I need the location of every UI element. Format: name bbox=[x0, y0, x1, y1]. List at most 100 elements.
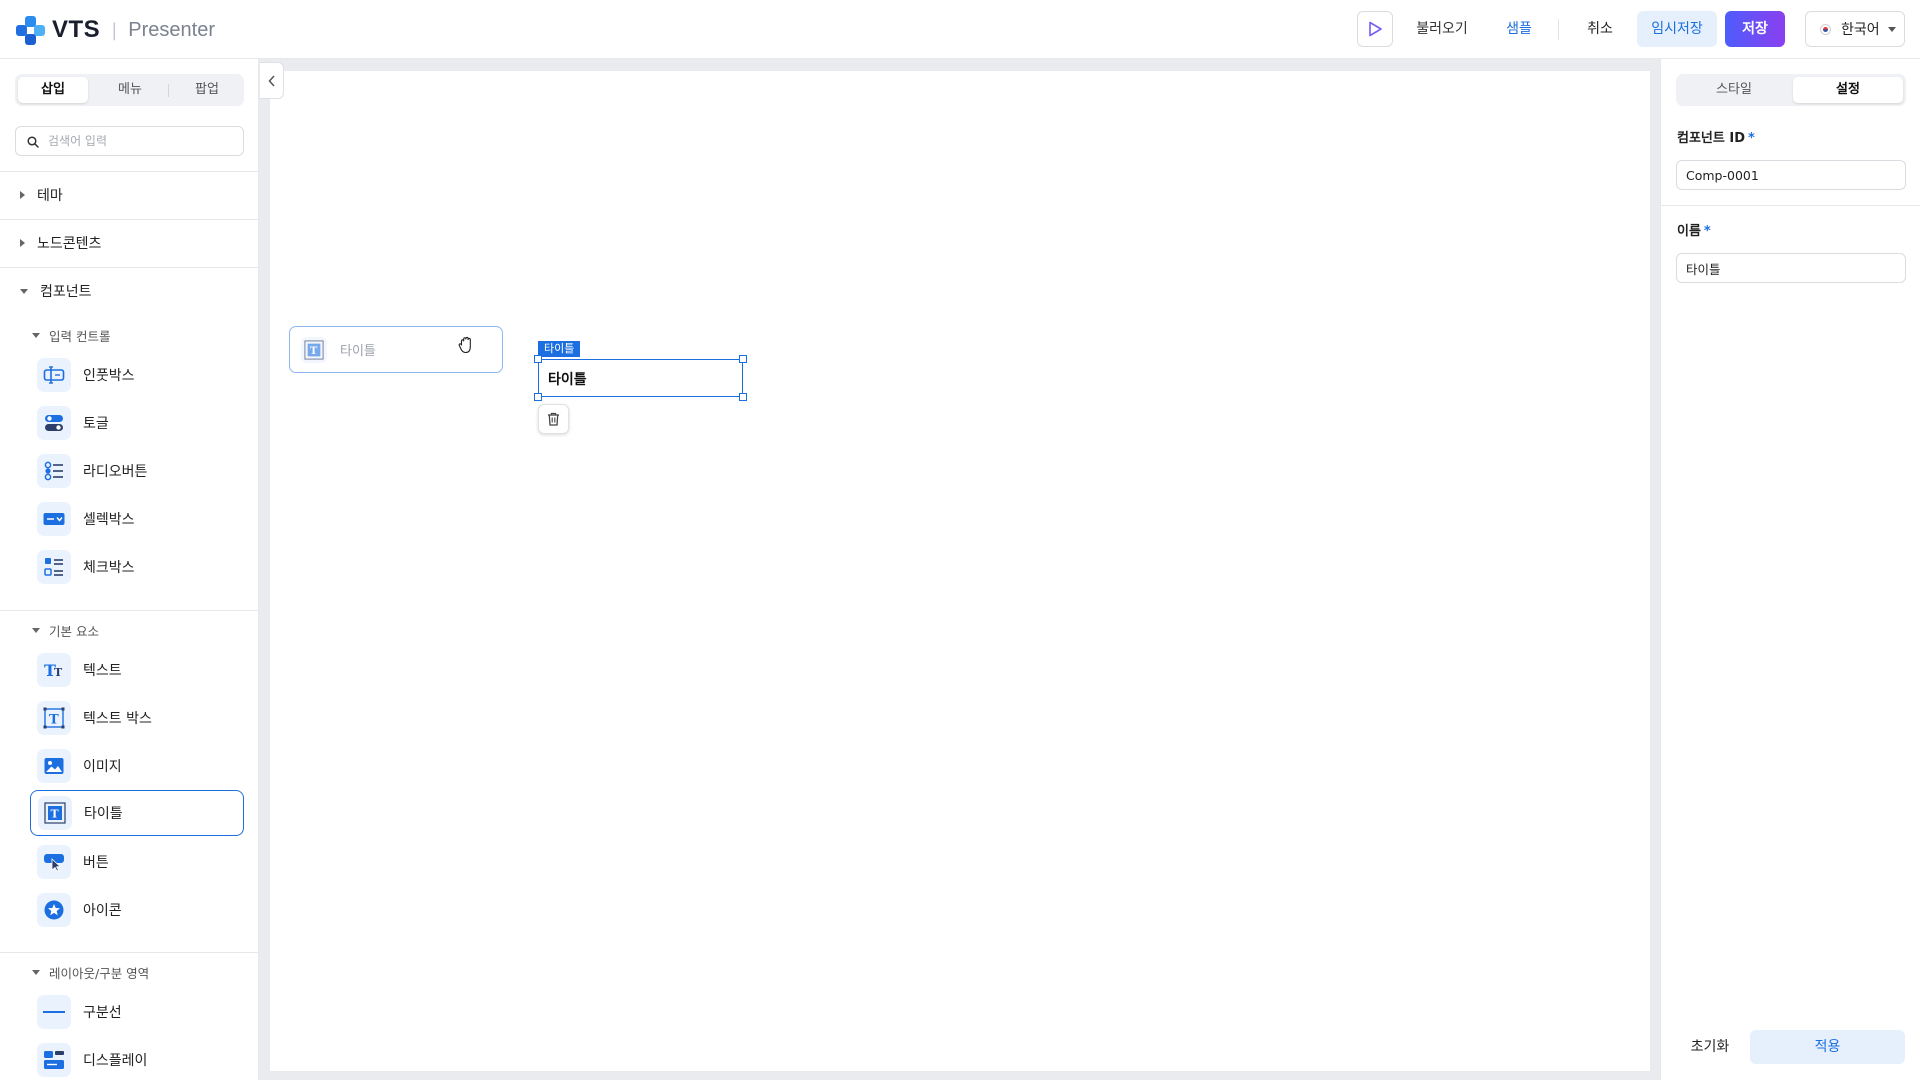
component-item-label: 체크박스 bbox=[83, 560, 135, 576]
tab-popup[interactable]: 팝업 bbox=[172, 77, 242, 103]
temp-save-button[interactable]: 임시저장 bbox=[1637, 11, 1717, 47]
component-item-label: 버튼 bbox=[83, 855, 109, 871]
header-divider bbox=[1558, 19, 1559, 40]
component-item-display[interactable]: 디스플레이 bbox=[30, 1037, 244, 1080]
resize-handle-top-right[interactable] bbox=[739, 355, 747, 363]
subsection-input-controls[interactable]: 입력 컨트롤 bbox=[32, 323, 110, 347]
component-item-textbox[interactable]: T 텍스트 박스 bbox=[30, 695, 244, 741]
component-item-label: 인풋박스 bbox=[83, 368, 135, 384]
collapse-sidebar-button[interactable] bbox=[260, 62, 284, 99]
drag-ghost-title[interactable]: T 타이틀 bbox=[289, 326, 503, 373]
subsection-basic-elements[interactable]: 기본 요소 bbox=[32, 618, 99, 642]
section-node-contents[interactable]: 노드콘텐츠 bbox=[0, 223, 258, 263]
component-item-label: 디스플레이 bbox=[83, 1053, 148, 1069]
caret-down-icon bbox=[32, 969, 40, 975]
subsection-input-controls-label: 입력 컨트롤 bbox=[49, 328, 111, 344]
component-item-title[interactable]: T 타이틀 bbox=[30, 790, 244, 836]
component-item-radio[interactable]: 라디오버튼 bbox=[30, 448, 244, 494]
toggle-icon-box bbox=[37, 406, 71, 440]
name-input[interactable] bbox=[1676, 253, 1906, 283]
tab-insert[interactable]: 삽입 bbox=[18, 77, 88, 103]
divider bbox=[0, 952, 258, 953]
section-components[interactable]: 컴포넌트 bbox=[0, 271, 258, 311]
component-item-label: 셀렉박스 bbox=[83, 512, 135, 528]
section-theme-label: 테마 bbox=[37, 188, 63, 204]
divider bbox=[0, 267, 258, 268]
app-header: VTS | Presenter 불러오기 샘플 취소 임시저장 저장 한국어 bbox=[0, 0, 1920, 59]
text-icon-box: T T bbox=[37, 653, 71, 687]
tab-menu[interactable]: 메뉴 bbox=[95, 77, 165, 103]
svg-text:T: T bbox=[54, 666, 63, 679]
required-mark: * bbox=[1748, 131, 1755, 146]
radio-icon-box bbox=[37, 454, 71, 488]
delete-component-button[interactable] bbox=[538, 404, 569, 434]
component-item-text[interactable]: T T 텍스트 bbox=[30, 647, 244, 693]
text-box-icon: T bbox=[43, 707, 65, 729]
component-item-button[interactable]: 버튼 bbox=[30, 839, 244, 885]
left-sidebar: 삽입 메뉴 팝업 테마 노드콘텐츠 컴포넌트 입력 컨트롤 bbox=[0, 59, 259, 1080]
load-button[interactable]: 불러오기 bbox=[1407, 11, 1477, 47]
component-item-icon[interactable]: 아이콘 bbox=[30, 887, 244, 933]
preview-play-button[interactable] bbox=[1357, 11, 1393, 47]
text-tt-icon: T T bbox=[44, 661, 63, 680]
divider bbox=[0, 610, 258, 611]
search-input[interactable] bbox=[46, 131, 236, 151]
subsection-layout[interactable]: 레이아웃/구분 영역 bbox=[32, 960, 149, 984]
horizontal-line-icon bbox=[43, 1011, 65, 1013]
section-theme[interactable]: 테마 bbox=[0, 175, 258, 215]
component-id-input[interactable] bbox=[1676, 160, 1906, 190]
image-icon bbox=[44, 758, 64, 774]
title-icon: T bbox=[304, 339, 324, 360]
chevron-left-icon bbox=[267, 74, 275, 87]
component-item-image[interactable]: 이미지 bbox=[30, 743, 244, 789]
component-item-label: 아이콘 bbox=[83, 903, 122, 919]
svg-text:T: T bbox=[310, 346, 318, 357]
subsection-layout-label: 레이아웃/구분 영역 bbox=[49, 965, 150, 981]
logo: VTS | Presenter bbox=[16, 14, 215, 46]
sample-button[interactable]: 샘플 bbox=[1487, 11, 1551, 47]
resize-handle-bottom-left[interactable] bbox=[534, 393, 542, 401]
component-id-label-text: 컴포넌트 ID bbox=[1677, 131, 1745, 146]
component-item-select[interactable]: 셀렉박스 bbox=[30, 496, 244, 542]
component-item-toggle[interactable]: 토글 bbox=[30, 400, 244, 446]
checkbox-icon-box bbox=[37, 550, 71, 584]
language-select[interactable]: 한국어 bbox=[1805, 11, 1905, 47]
component-item-inputbox[interactable]: 인풋박스 bbox=[30, 352, 244, 398]
component-id-label: 컴포넌트 ID * bbox=[1677, 127, 1755, 146]
grab-hand-icon bbox=[458, 336, 471, 354]
display-icon-box bbox=[37, 1043, 71, 1077]
selected-component-tag: 타이틀 bbox=[538, 341, 581, 357]
name-label: 이름 * bbox=[1677, 220, 1711, 239]
resize-handle-top-left[interactable] bbox=[534, 355, 542, 363]
component-item-label: 구분선 bbox=[83, 1005, 122, 1021]
caret-right-icon bbox=[20, 239, 25, 247]
tab-separator bbox=[168, 84, 169, 97]
toggle-icon bbox=[45, 415, 63, 431]
button-icon-box bbox=[37, 845, 71, 879]
star-icon bbox=[44, 900, 64, 920]
apply-button[interactable]: 적용 bbox=[1750, 1030, 1905, 1064]
checkbox-list-icon bbox=[44, 558, 63, 576]
divider-icon-box bbox=[37, 995, 71, 1029]
title-icon-box: T bbox=[38, 796, 72, 830]
logo-product: Presenter bbox=[128, 18, 215, 41]
selected-title-component[interactable]: 타이틀 bbox=[538, 359, 743, 397]
inputbox-icon bbox=[43, 366, 65, 384]
component-item-label: 타이틀 bbox=[84, 806, 123, 822]
component-item-divider[interactable]: 구분선 bbox=[30, 989, 244, 1035]
resize-handle-bottom-right[interactable] bbox=[739, 393, 747, 401]
component-item-label: 텍스트 bbox=[83, 663, 122, 679]
tab-style[interactable]: 스타일 bbox=[1679, 77, 1789, 103]
canvas[interactable] bbox=[270, 71, 1650, 1071]
cancel-button[interactable]: 취소 bbox=[1572, 11, 1628, 47]
tab-settings[interactable]: 설정 bbox=[1793, 77, 1903, 103]
caret-down-icon bbox=[1888, 27, 1896, 32]
search-icon bbox=[27, 136, 39, 148]
reset-button[interactable]: 초기화 bbox=[1675, 1030, 1745, 1064]
select-icon-box bbox=[37, 502, 71, 536]
section-components-label: 컴포넌트 bbox=[40, 284, 92, 300]
textbox-icon-box: T bbox=[37, 701, 71, 735]
component-item-label: 이미지 bbox=[83, 759, 122, 775]
component-item-checkbox[interactable]: 체크박스 bbox=[30, 544, 244, 590]
save-button[interactable]: 저장 bbox=[1725, 11, 1785, 47]
